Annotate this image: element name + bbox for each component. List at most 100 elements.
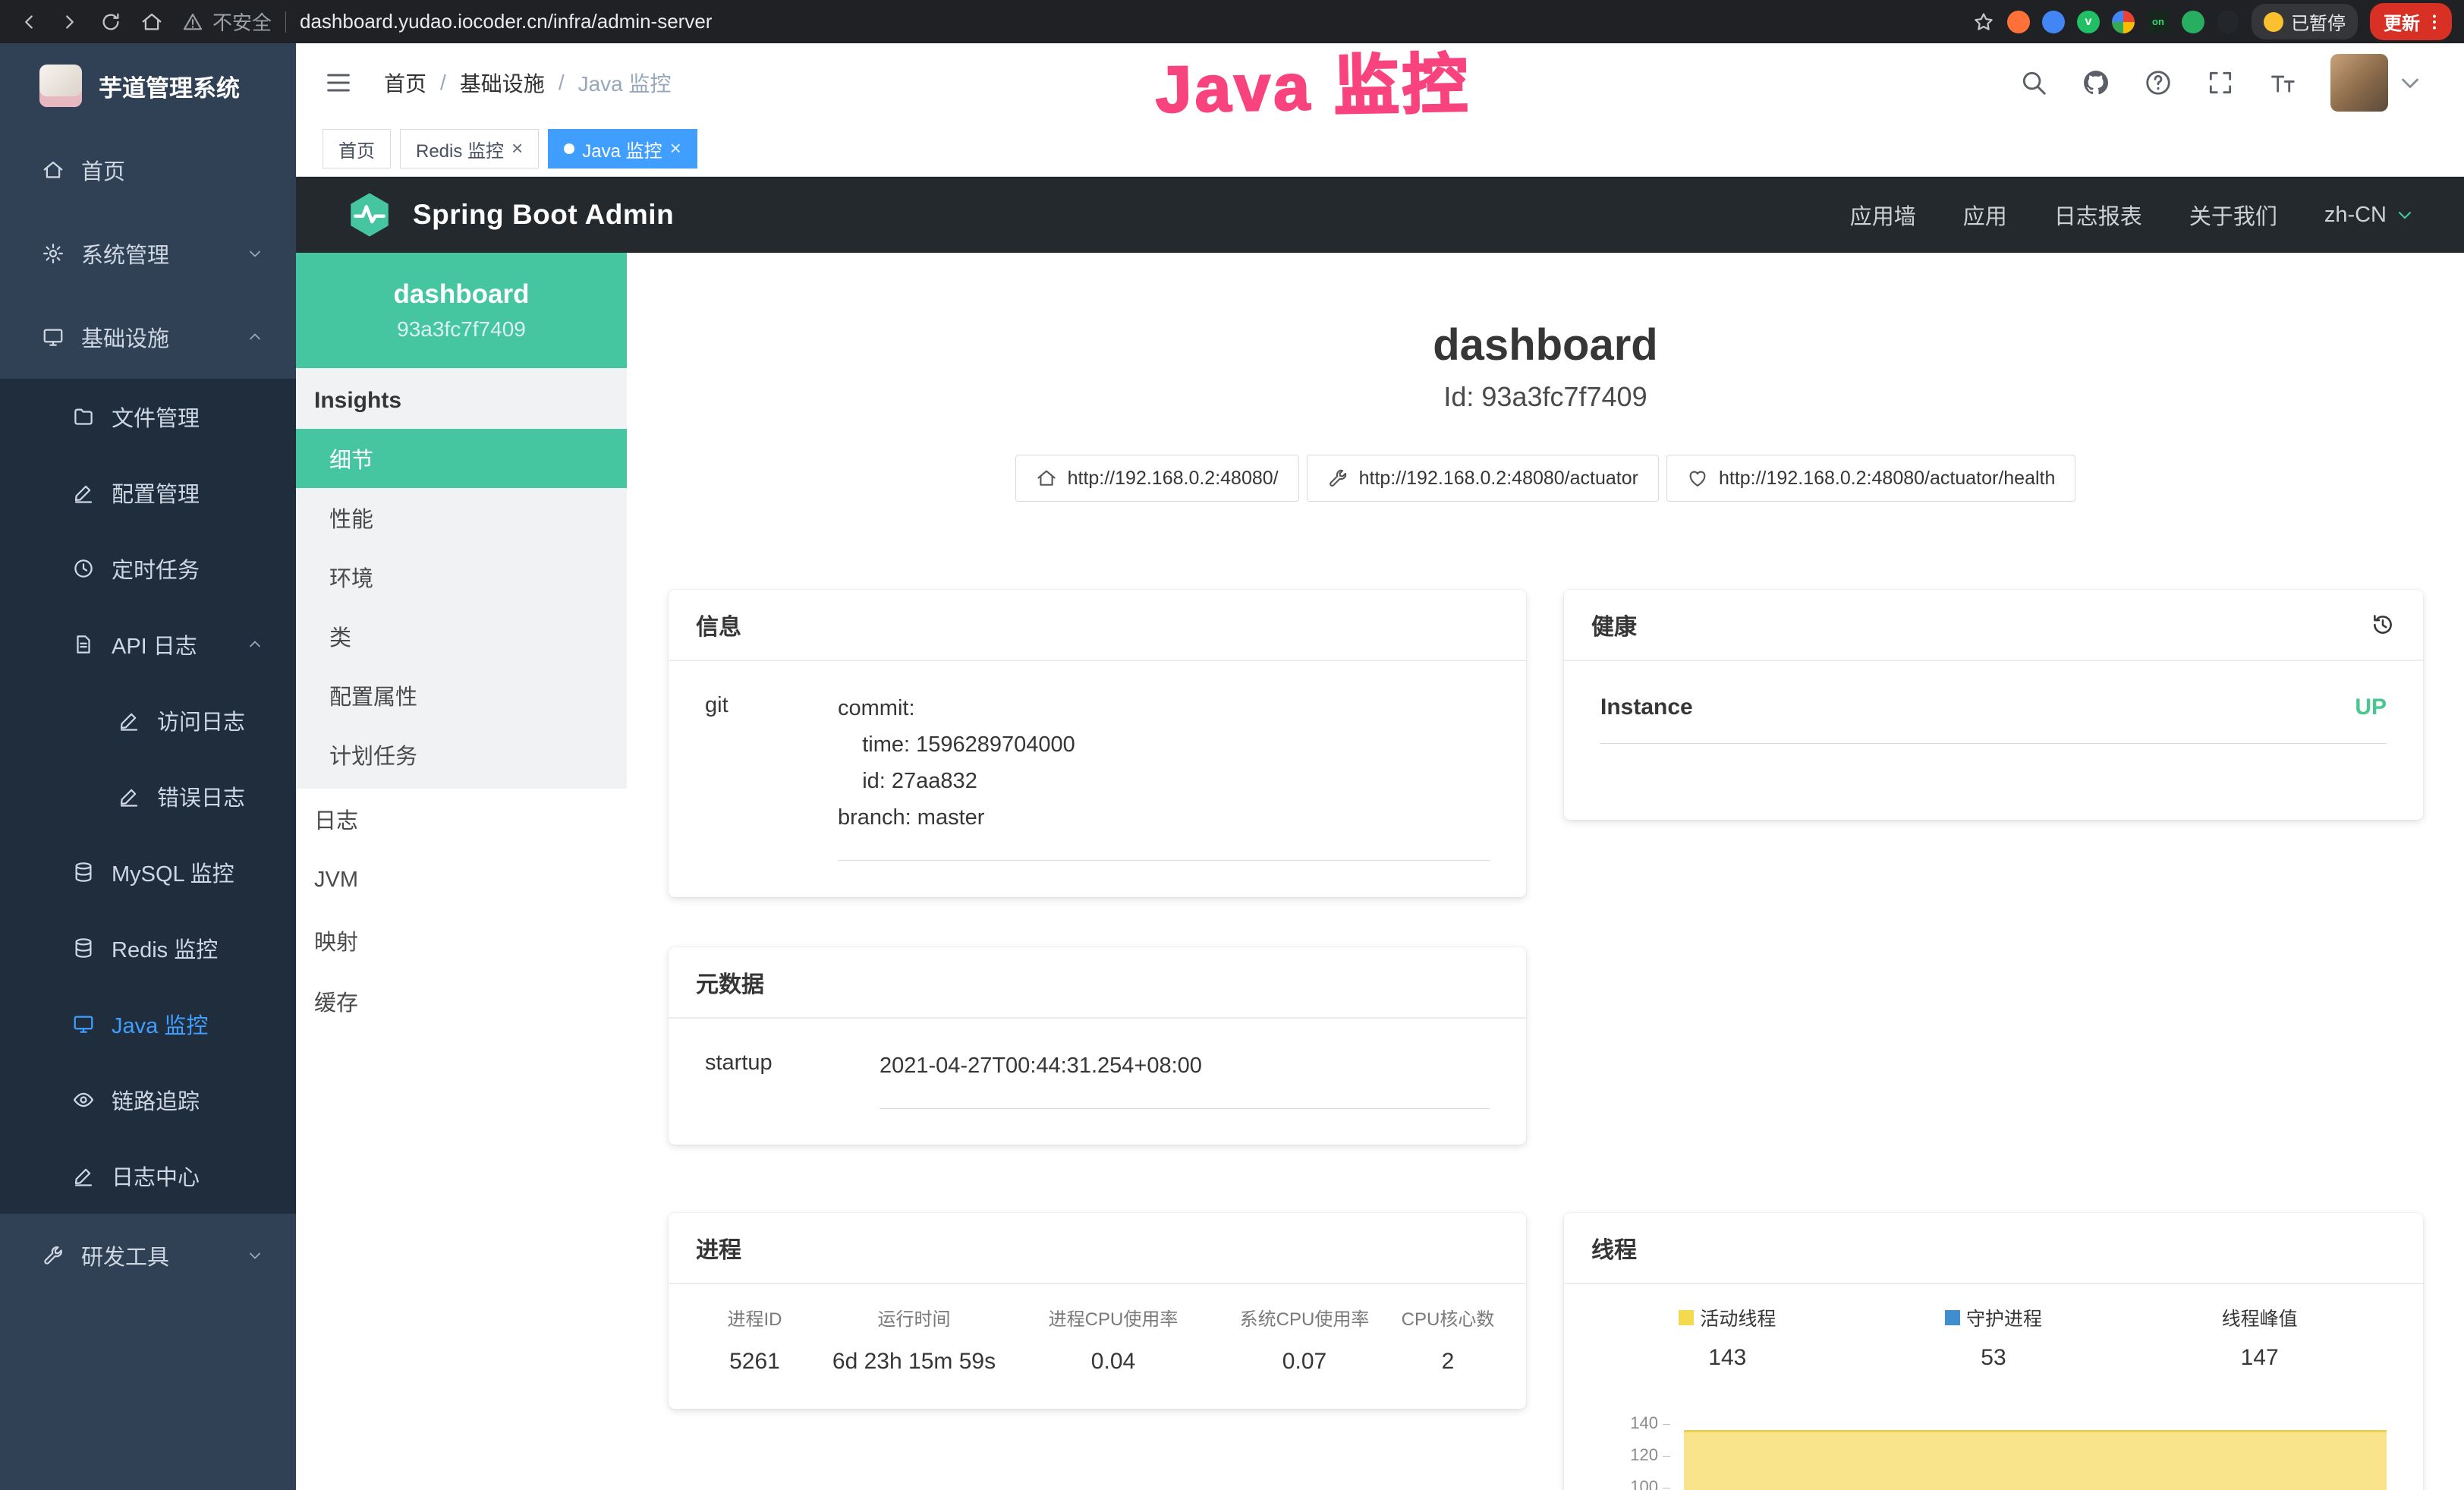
- sba-sidebar: dashboard 93a3fc7f7409 Insights 细节 性能 环境…: [296, 253, 627, 1490]
- sidebar-item-mysql-monitor[interactable]: MySQL 监控: [0, 834, 296, 910]
- info-card-body: git commit: time: 1596289704000 id: 27aa…: [669, 661, 1526, 861]
- sidebar-item-config-mgmt[interactable]: 配置管理: [0, 455, 296, 531]
- insights-group: Insights 细节 性能 环境 类 配置属性 计划任务: [296, 368, 627, 789]
- help-icon[interactable]: [2144, 68, 2173, 97]
- sba-item-jvm[interactable]: JVM: [296, 849, 627, 910]
- extension-icon-leaf[interactable]: [2182, 11, 2204, 33]
- sba-brand[interactable]: Spring Boot Admin: [345, 190, 674, 240]
- tab-label: Java 监控: [582, 136, 662, 162]
- sidebar-item-label: 研发工具: [81, 1240, 169, 1271]
- address-bar[interactable]: 不安全 dashboard.yudao.iocoder.cn/infra/adm…: [182, 8, 712, 36]
- close-icon[interactable]: [511, 138, 523, 160]
- user-menu[interactable]: [2330, 54, 2425, 112]
- close-icon[interactable]: [670, 138, 681, 160]
- browser-home-button[interactable]: [135, 5, 168, 39]
- sidebar-submenu-infrastructure: 文件管理 配置管理 定时任务 API 日志 访问日志 错误日志: [0, 379, 296, 1214]
- instance-name: dashboard: [394, 279, 530, 310]
- actuator-url-button[interactable]: http://192.168.0.2:48080/actuator: [1307, 455, 1659, 502]
- sba-item-mappings[interactable]: 映射: [296, 910, 627, 971]
- sidebar-item-access-logs[interactable]: 访问日志: [0, 682, 296, 758]
- reload-button[interactable]: [94, 5, 127, 39]
- wrench-icon: [42, 1244, 65, 1267]
- tab-home[interactable]: 首页: [323, 129, 391, 169]
- process-value-uptime: 6d 23h 15m 59s: [810, 1349, 1018, 1375]
- sidebar-item-infrastructure[interactable]: 基础设施: [0, 295, 296, 379]
- app-title: 芋道管理系统: [99, 69, 240, 103]
- sba-nav-journal[interactable]: 日志报表: [2054, 199, 2142, 231]
- extension-icon-blue[interactable]: [2042, 11, 2065, 33]
- sba-item-logs[interactable]: 日志: [296, 789, 627, 849]
- card-title: 进程: [696, 1231, 741, 1265]
- sidebar-item-scheduled-tasks[interactable]: 定时任务: [0, 531, 296, 606]
- health-card: 健康 Instance UP: [1564, 590, 2423, 820]
- sba-nav-applications[interactable]: 应用: [1963, 199, 2007, 231]
- sidebar-item-trace[interactable]: 链路追踪: [0, 1062, 296, 1138]
- search-icon[interactable]: [2019, 68, 2048, 97]
- sidebar-item-redis-monitor[interactable]: Redis 监控: [0, 910, 296, 986]
- history-icon[interactable]: [2370, 612, 2396, 638]
- sba-item-config-props[interactable]: 配置属性: [296, 666, 627, 725]
- sidebar-item-java-monitor[interactable]: Java 监控: [0, 986, 296, 1062]
- sba-item-environment[interactable]: 环境: [296, 547, 627, 606]
- legend-peak-value: 147: [2126, 1345, 2393, 1371]
- paused-badge[interactable]: 已暂停: [2252, 4, 2358, 39]
- extension-icon-grid[interactable]: [2112, 11, 2135, 33]
- sba-nav-wallboard[interactable]: 应用墙: [1850, 199, 1916, 231]
- extension-icon-green-v[interactable]: v: [2077, 11, 2100, 33]
- sidebar-item-system-mgmt[interactable]: 系统管理: [0, 212, 296, 295]
- collapse-sidebar-button[interactable]: [323, 68, 354, 98]
- actuator-url-label: http://192.168.0.2:48080/actuator: [1359, 468, 1638, 490]
- breadcrumb-separator: /: [440, 71, 446, 95]
- github-icon[interactable]: [2082, 68, 2110, 97]
- sba-main: dashboard Id: 93a3fc7f7409 http://192.16…: [627, 253, 2464, 1490]
- app-sidebar: 芋道管理系统 首页 系统管理 基础设施 文件管理 配置管理: [0, 43, 296, 1490]
- sidebar-item-error-logs[interactable]: 错误日志: [0, 758, 296, 834]
- health-url-button[interactable]: http://192.168.0.2:48080/actuator/health: [1666, 455, 2075, 502]
- sidebar-item-api-logs[interactable]: API 日志: [0, 606, 296, 682]
- breadcrumb-item-home[interactable]: 首页: [384, 68, 426, 98]
- sidebar-item-log-center[interactable]: 日志中心: [0, 1138, 296, 1214]
- breadcrumb-item-infrastructure[interactable]: 基础设施: [460, 68, 545, 98]
- app-logo[interactable]: 芋道管理系统: [0, 43, 296, 128]
- home-icon: [140, 11, 163, 33]
- extension-icon-orange[interactable]: [2007, 11, 2030, 33]
- service-url-label: http://192.168.0.2:48080/: [1068, 468, 1279, 490]
- back-button[interactable]: [12, 5, 46, 39]
- hamburger-icon: [323, 68, 354, 98]
- locale-selector[interactable]: zh-CN: [2324, 203, 2415, 228]
- sidebar-item-file-mgmt[interactable]: 文件管理: [0, 379, 296, 455]
- font-size-icon[interactable]: [2268, 68, 2297, 97]
- eye-icon: [72, 1088, 95, 1111]
- tab-java-monitor[interactable]: Java 监控: [548, 129, 697, 169]
- sba-item-performance[interactable]: 性能: [296, 488, 627, 547]
- avatar: [2330, 54, 2388, 112]
- instance-header[interactable]: dashboard 93a3fc7f7409: [296, 253, 627, 368]
- sba-item-scheduled-tasks[interactable]: 计划任务: [296, 725, 627, 784]
- health-row[interactable]: Instance UP: [1600, 695, 2387, 744]
- bookmark-star-icon[interactable]: [1972, 11, 1995, 33]
- threads-card: 线程 活动线程: [1564, 1213, 2423, 1490]
- folder-icon: [72, 405, 95, 428]
- extension-icon-paw[interactable]: [2217, 11, 2239, 33]
- edit-icon: [72, 481, 95, 504]
- more-menu-icon[interactable]: [2425, 12, 2444, 32]
- sidebar-item-home[interactable]: 首页: [0, 128, 296, 212]
- metadata-value: 2021-04-27T00:44:31.254+08:00: [880, 1047, 1490, 1109]
- sba-item-caches[interactable]: 缓存: [296, 971, 627, 1032]
- wrench-icon: [1327, 468, 1348, 489]
- forward-button[interactable]: [53, 5, 87, 39]
- spring-boot-admin-logo-icon: [345, 190, 395, 240]
- sba-nav-about[interactable]: 关于我们: [2189, 199, 2277, 231]
- gear-icon: [42, 242, 65, 265]
- sidebar-item-dev-tools[interactable]: 研发工具: [0, 1214, 296, 1297]
- metadata-card: 元数据 startup 2021-04-27T00:44:31.254+08:0…: [669, 947, 1526, 1145]
- fullscreen-icon[interactable]: [2206, 68, 2235, 97]
- tab-redis-monitor[interactable]: Redis 监控: [400, 129, 539, 169]
- service-url-button[interactable]: http://192.168.0.2:48080/: [1015, 455, 1299, 502]
- heart-icon: [1687, 468, 1708, 489]
- update-button[interactable]: 更新: [2370, 3, 2452, 40]
- sba-item-classes[interactable]: 类: [296, 606, 627, 666]
- active-dot: [564, 143, 574, 154]
- extension-icon-on[interactable]: on: [2147, 11, 2170, 33]
- sba-item-details[interactable]: 细节: [296, 429, 627, 488]
